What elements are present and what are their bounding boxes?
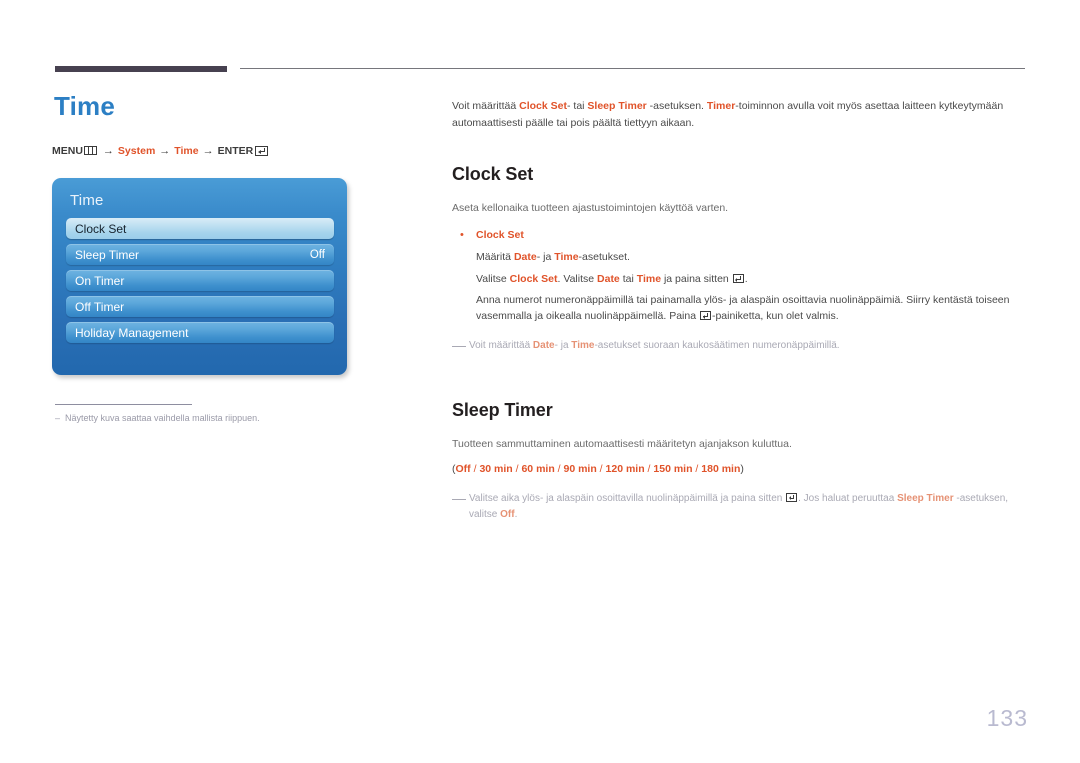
header-rule-thin xyxy=(240,68,1025,69)
clock-set-note-text: Voit määrittää Date- ja Time-asetukset s… xyxy=(469,338,1028,354)
breadcrumb-arrow-3: → xyxy=(202,144,214,157)
page-title: Time xyxy=(54,91,116,121)
osd-item-label: On Timer xyxy=(75,273,125,288)
caption-rule xyxy=(55,404,192,405)
osd-item-label: Sleep Timer xyxy=(75,247,140,262)
sep-3: / xyxy=(554,462,564,475)
intro-term-clock-set: Clock Set xyxy=(519,100,567,112)
option-90-min: 90 min xyxy=(563,462,597,475)
left-column: Time MENU → System → Time → ENTER xyxy=(52,92,412,157)
osd-item-label: Off Timer xyxy=(75,299,125,314)
breadcrumb-menu-label: MENU xyxy=(52,144,83,157)
cs2-f: . xyxy=(744,272,748,285)
breadcrumb-item-system[interactable]: System xyxy=(118,145,155,157)
stn-b: . Jos haluat peruuttaa xyxy=(798,492,898,504)
clock-set-bullet-row: • Clock Set xyxy=(452,227,1028,245)
header-rule-thick xyxy=(55,66,227,72)
cs2-term-time: Time xyxy=(636,272,662,285)
enter-return-icon xyxy=(699,311,711,321)
section-title-sleep-timer: Sleep Timer xyxy=(452,399,553,420)
breadcrumb-arrow-1: → xyxy=(102,144,114,157)
osd-item-label: Holiday Management xyxy=(75,325,189,340)
osd-menu-list: Clock Set Sleep Timer Off On Timer Off T… xyxy=(66,218,334,343)
osd-item-clock-set[interactable]: Clock Set xyxy=(66,218,334,239)
csn-c: - ja xyxy=(554,339,572,351)
intro-term-sleep-timer: Sleep Timer xyxy=(587,100,647,112)
osd-item-sleep-timer[interactable]: Sleep Timer Off xyxy=(66,244,334,265)
sleep-timer-note: Valitse aika ylös- ja alaspäin osoittavi… xyxy=(452,491,1028,523)
osd-item-label: Clock Set xyxy=(75,221,127,236)
intro-text-a: Voit määrittää xyxy=(452,100,520,112)
breadcrumb-item-time[interactable]: Time xyxy=(174,145,198,157)
intro-paragraph: Voit määrittää Clock Set- tai Sleep Time… xyxy=(452,98,1028,132)
option-120-min: 120 min xyxy=(605,462,645,475)
sep-6: / xyxy=(692,462,702,475)
osd-item-on-timer[interactable]: On Timer xyxy=(66,270,334,291)
sleep-timer-description: Tuotteen sammuttaminen automaattisesti m… xyxy=(452,437,792,450)
option-60-min: 60 min xyxy=(521,462,555,475)
menu-grid-icon xyxy=(83,146,97,156)
option-30-min: 30 min xyxy=(479,462,513,475)
osd-item-off-timer[interactable]: Off Timer xyxy=(66,296,334,317)
cs1-d: -asetukset. xyxy=(578,251,630,264)
enter-return-icon xyxy=(786,492,798,502)
stn-term-sleep-timer: Sleep Timer xyxy=(897,492,954,504)
breadcrumb-enter-label: ENTER xyxy=(217,144,254,157)
cs1-term-date: Date xyxy=(513,251,537,264)
clock-set-line-3: Anna numerot numeronäppäimillä tai paina… xyxy=(476,292,1028,325)
osd-item-holiday-management[interactable]: Holiday Management xyxy=(66,322,334,343)
right-column: Voit määrittää Clock Set- tai Sleep Time… xyxy=(452,98,1028,523)
clock-set-note: Voit määrittää Date- ja Time-asetukset s… xyxy=(452,338,1028,354)
cs3-b: -painiketta, kun olet valmis. xyxy=(711,310,839,323)
clock-set-description: Aseta kellonaika tuotteen ajastustoimint… xyxy=(452,201,729,214)
option-180-min: 180 min xyxy=(701,462,741,475)
options-close-paren: ) xyxy=(740,462,744,475)
clock-set-line-2: Valitse Clock Set. Valitse Date tai Time… xyxy=(476,271,1028,287)
cs2-e: ja paina sitten xyxy=(661,272,732,285)
note-dash-icon xyxy=(452,345,466,347)
option-150-min: 150 min xyxy=(653,462,693,475)
osd-panel: Time Clock Set Sleep Timer Off On Timer … xyxy=(52,178,347,375)
csn-term-time: Time xyxy=(571,339,595,351)
caption-dash: – xyxy=(55,413,61,423)
enter-return-icon xyxy=(732,273,744,283)
osd-item-value: Off xyxy=(309,248,325,261)
sleep-timer-options: (Off / 30 min / 60 min / 90 min / 120 mi… xyxy=(452,461,1028,478)
clock-set-bullet-body: Määritä Date- ja Time-asetukset. Valitse… xyxy=(476,249,1028,324)
option-off: Off xyxy=(455,462,471,475)
caption-text: Näytetty kuva saattaa vaihdella mallista… xyxy=(65,413,260,423)
note-dash-icon xyxy=(452,498,466,500)
bullet-dot-icon: • xyxy=(460,228,464,241)
intro-text-c: - tai xyxy=(566,100,588,112)
cs1-c: - ja xyxy=(536,251,555,264)
breadcrumb: MENU → System → Time → ENTER xyxy=(52,145,412,157)
cs2-c: . Valitse xyxy=(557,272,598,285)
section-title-clock-set: Clock Set xyxy=(452,163,534,184)
stn-term-off: Off xyxy=(500,508,515,520)
osd-caption: – Näytetty kuva saattaa vaihdella mallis… xyxy=(55,412,385,425)
clock-set-bullet-block: • Clock Set Määritä Date- ja Time-asetuk… xyxy=(452,227,1028,325)
clock-set-bullet-label: Clock Set xyxy=(476,228,524,241)
sleep-timer-note-text: Valitse aika ylös- ja alaspäin osoittavi… xyxy=(469,491,1028,523)
csn-term-date: Date xyxy=(532,339,555,351)
stn-d: . xyxy=(514,508,518,520)
csn-a: Voit määrittää xyxy=(469,339,533,351)
stn-a: Valitse aika ylös- ja alaspäin osoittavi… xyxy=(469,492,786,504)
cs2-d: tai xyxy=(619,272,637,285)
cs1-term-time: Time xyxy=(554,251,579,264)
cs2-term-date: Date xyxy=(597,272,620,285)
intro-term-timer: Timer xyxy=(706,100,736,112)
page-number: 133 xyxy=(986,705,1028,731)
cs1-a: Määritä xyxy=(476,251,514,264)
enter-return-icon xyxy=(255,145,269,156)
breadcrumb-arrow-2: → xyxy=(159,144,171,157)
sep-4: / xyxy=(596,462,606,475)
cs2-term-clock-set: Clock Set xyxy=(509,272,558,285)
osd-title: Time xyxy=(70,192,104,209)
cs2-a: Valitse xyxy=(476,272,510,285)
intro-text-d: -asetuksen. xyxy=(646,100,707,112)
clock-set-line-1: Määritä Date- ja Time-asetukset. xyxy=(476,249,1028,265)
csn-d: -asetukset suoraan kaukosäätimen numeron… xyxy=(594,339,840,351)
